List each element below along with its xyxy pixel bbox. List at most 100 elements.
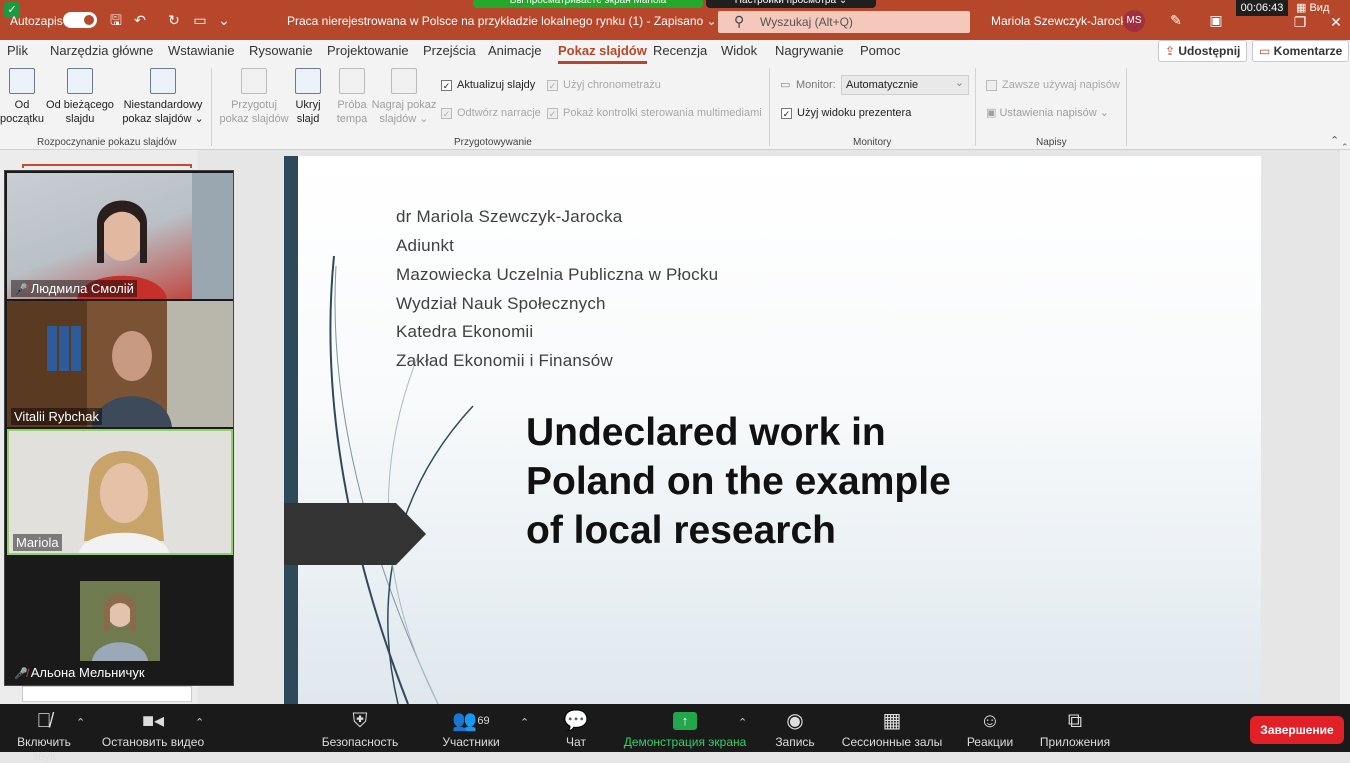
restore-icon[interactable]: ❐: [1292, 14, 1308, 30]
rehearse-label-1: Próba: [337, 99, 367, 111]
setup-show-label-2: pokaz slajdów: [219, 113, 289, 125]
breakout-rooms-label: Сессионные залы: [841, 735, 943, 749]
group-divider: [769, 68, 770, 146]
share-label: Udostępnij: [1178, 44, 1241, 58]
participant-name-text: Альона Мельничук: [30, 665, 145, 680]
tab-home[interactable]: Narzędzia główne: [50, 43, 153, 58]
rehearse-button[interactable]: Próba tempa: [334, 68, 370, 126]
ribbon-tabs: Plik Narzędzia główne Wstawianie Rysowan…: [0, 40, 1350, 64]
stop-video-label: Остановить видео: [101, 735, 205, 749]
from-current-label-1: Od bieżącego: [46, 99, 114, 111]
slide-canvas[interactable]: dr Mariola Szewczyk-Jarocka Adiunkt Mazo…: [284, 156, 1261, 704]
use-timings-checkbox[interactable]: ✓ Użyj chronometrażu: [547, 79, 661, 91]
share-screen-button[interactable]: ↑ Демонстрация экрана: [620, 709, 750, 749]
tab-draw[interactable]: Rysowanie: [249, 43, 313, 58]
ribbon-display-icon[interactable]: ▣: [1208, 12, 1224, 28]
update-slides-label: Aktualizuj slajdy: [457, 79, 536, 91]
video-tile[interactable]: 🎤̸ Альона Мельничук: [7, 557, 233, 683]
record-show-button[interactable]: Nagraj pokaz slajdów ⌄: [370, 68, 438, 126]
slide-title-line: of local research: [526, 509, 836, 552]
author-name: dr Mariola Szewczyk-Jarocka: [396, 207, 623, 226]
breakout-rooms-button[interactable]: ▦ Сессионные залы: [840, 709, 944, 749]
zoom-viewing-banner: Вы просматриваете экран Mariola: [473, 0, 703, 8]
tab-animations[interactable]: Animacje: [488, 43, 541, 58]
user-name[interactable]: Mariola Szewczyk-Jarocka: [991, 14, 1133, 28]
setup-show-label-1: Przygotuj: [231, 99, 277, 111]
custom-show-button[interactable]: Niestandardowy pokaz slajdów ⌄: [120, 68, 206, 126]
participants-caret-icon[interactable]: ⌃: [520, 716, 529, 729]
subtitle-settings-button[interactable]: ▣ Ustawienia napisów ⌄: [986, 106, 1109, 120]
zoom-view-menu[interactable]: ▦ Вид: [1296, 0, 1350, 16]
reactions-button[interactable]: ☺ Реакции: [962, 709, 1018, 749]
tab-view[interactable]: Widok: [721, 43, 757, 58]
monitor-select[interactable]: Automatycznie: [841, 75, 969, 95]
view-grid-icon: ▦: [1296, 2, 1307, 14]
tab-transitions[interactable]: Przejścia: [423, 43, 476, 58]
present-icon[interactable]: ▭: [192, 12, 208, 28]
update-slides-checkbox[interactable]: ✓ Aktualizuj slajdy: [441, 79, 535, 91]
end-meeting-button[interactable]: Завершение: [1250, 716, 1344, 744]
share-options-caret-icon[interactable]: ⌃: [738, 716, 747, 729]
show-media-label: Pokaż kontrolki sterowania multimediami: [563, 107, 762, 119]
video-tile[interactable]: 🎤̸ Людмила Смолій: [7, 173, 233, 299]
apps-button[interactable]: ⧉ Приложения: [1034, 709, 1116, 749]
avatar[interactable]: MS: [1123, 10, 1145, 32]
play-narration-checkbox[interactable]: ✓ Odtwórz narracje: [441, 107, 541, 119]
slide-title-line: Undeclared work in: [526, 411, 886, 454]
participants-button[interactable]: 👥69 Участники: [438, 709, 504, 749]
document-title[interactable]: Praca nierejestrowana w Polsce na przykł…: [287, 14, 717, 28]
hide-slide-button[interactable]: Ukryj slajd: [290, 68, 326, 126]
mic-muted-icon: 🎙̸: [36, 710, 52, 732]
tab-file[interactable]: Plik: [7, 43, 28, 58]
close-icon[interactable]: ✕: [1328, 14, 1344, 30]
breakout-rooms-icon: ▦: [882, 710, 902, 732]
record-show-icon: [391, 68, 417, 94]
undo-icon[interactable]: ↶: [132, 12, 148, 28]
zoom-view-options[interactable]: Настройки просмотра ⌄: [706, 0, 876, 8]
tab-recording[interactable]: Nagrywanie: [775, 43, 844, 58]
unmute-button[interactable]: 🎙̸ Включить звук: [4, 709, 84, 763]
group-label-start: Rozpoczynanie pokazu slajdów: [37, 137, 177, 148]
always-subtitles-checkbox[interactable]: Zawsze używaj napisów: [986, 79, 1120, 91]
participants-count: 69: [477, 715, 490, 727]
from-current-button[interactable]: Od bieżącego slajdu: [44, 68, 116, 126]
show-media-controls-checkbox[interactable]: ✓ Pokaż kontrolki sterowania multimediami: [547, 107, 762, 119]
chat-button[interactable]: 💬 Чат: [558, 709, 594, 749]
collapse-ribbon-icon[interactable]: ⌃: [1330, 134, 1339, 147]
checkbox-unchecked-icon: [986, 80, 997, 91]
hide-slide-label-2: slajd: [296, 113, 320, 125]
pen-icon[interactable]: ✎: [1168, 12, 1184, 28]
slide-thumbnail-selected[interactable]: [22, 164, 192, 168]
setup-show-button[interactable]: Przygotuj pokaz slajdów: [216, 68, 292, 126]
share-button[interactable]: ⇪ Udostępnij: [1158, 40, 1248, 62]
video-tile[interactable]: Vitalii Rybchak: [7, 301, 233, 427]
slide-thumbnail[interactable]: [22, 686, 192, 702]
video-tile-active-speaker[interactable]: Mariola: [7, 429, 233, 555]
tab-slideshow[interactable]: Pokaz slajdów: [558, 43, 647, 64]
scroll-up-icon[interactable]: ⌃: [1341, 142, 1349, 153]
stop-video-button[interactable]: ■◂ Остановить видео: [98, 709, 208, 749]
security-label: Безопасность: [321, 735, 399, 749]
participant-name-text: Людмила Смолій: [30, 281, 134, 296]
from-start-label-1: Od: [14, 99, 30, 111]
save-icon[interactable]: 🖫: [108, 12, 124, 28]
tab-review[interactable]: Recenzja: [653, 43, 707, 58]
presenter-view-checkbox[interactable]: ✓ Użyj widoku prezentera: [781, 107, 911, 119]
autosave-toggle[interactable]: [63, 12, 97, 28]
tab-help[interactable]: Pomoc: [860, 43, 900, 58]
video-options-caret-icon[interactable]: ⌃: [195, 716, 204, 729]
from-start-label-2: początku: [0, 113, 45, 125]
from-start-button[interactable]: Od początku: [0, 68, 44, 126]
vertical-scrollbar[interactable]: ⌃: [1340, 142, 1350, 704]
tab-design[interactable]: Projektowanie: [327, 43, 409, 58]
tab-insert[interactable]: Wstawianie: [168, 43, 234, 58]
share-screen-label: Демонстрация экрана: [623, 735, 747, 749]
always-subtitles-label: Zawsze używaj napisów: [1002, 79, 1120, 91]
security-button[interactable]: ⛨ Безопасность: [318, 709, 402, 749]
redo-icon[interactable]: ↻: [166, 12, 182, 28]
search-input[interactable]: ⚲ Wyszukaj (Alt+Q): [718, 11, 970, 33]
comments-button[interactable]: ▭ Komentarze: [1252, 40, 1350, 62]
record-button[interactable]: ◉ Запись: [770, 709, 820, 749]
customize-qat-icon[interactable]: ⌄: [216, 12, 232, 28]
audio-options-caret-icon[interactable]: ⌃: [76, 716, 85, 729]
